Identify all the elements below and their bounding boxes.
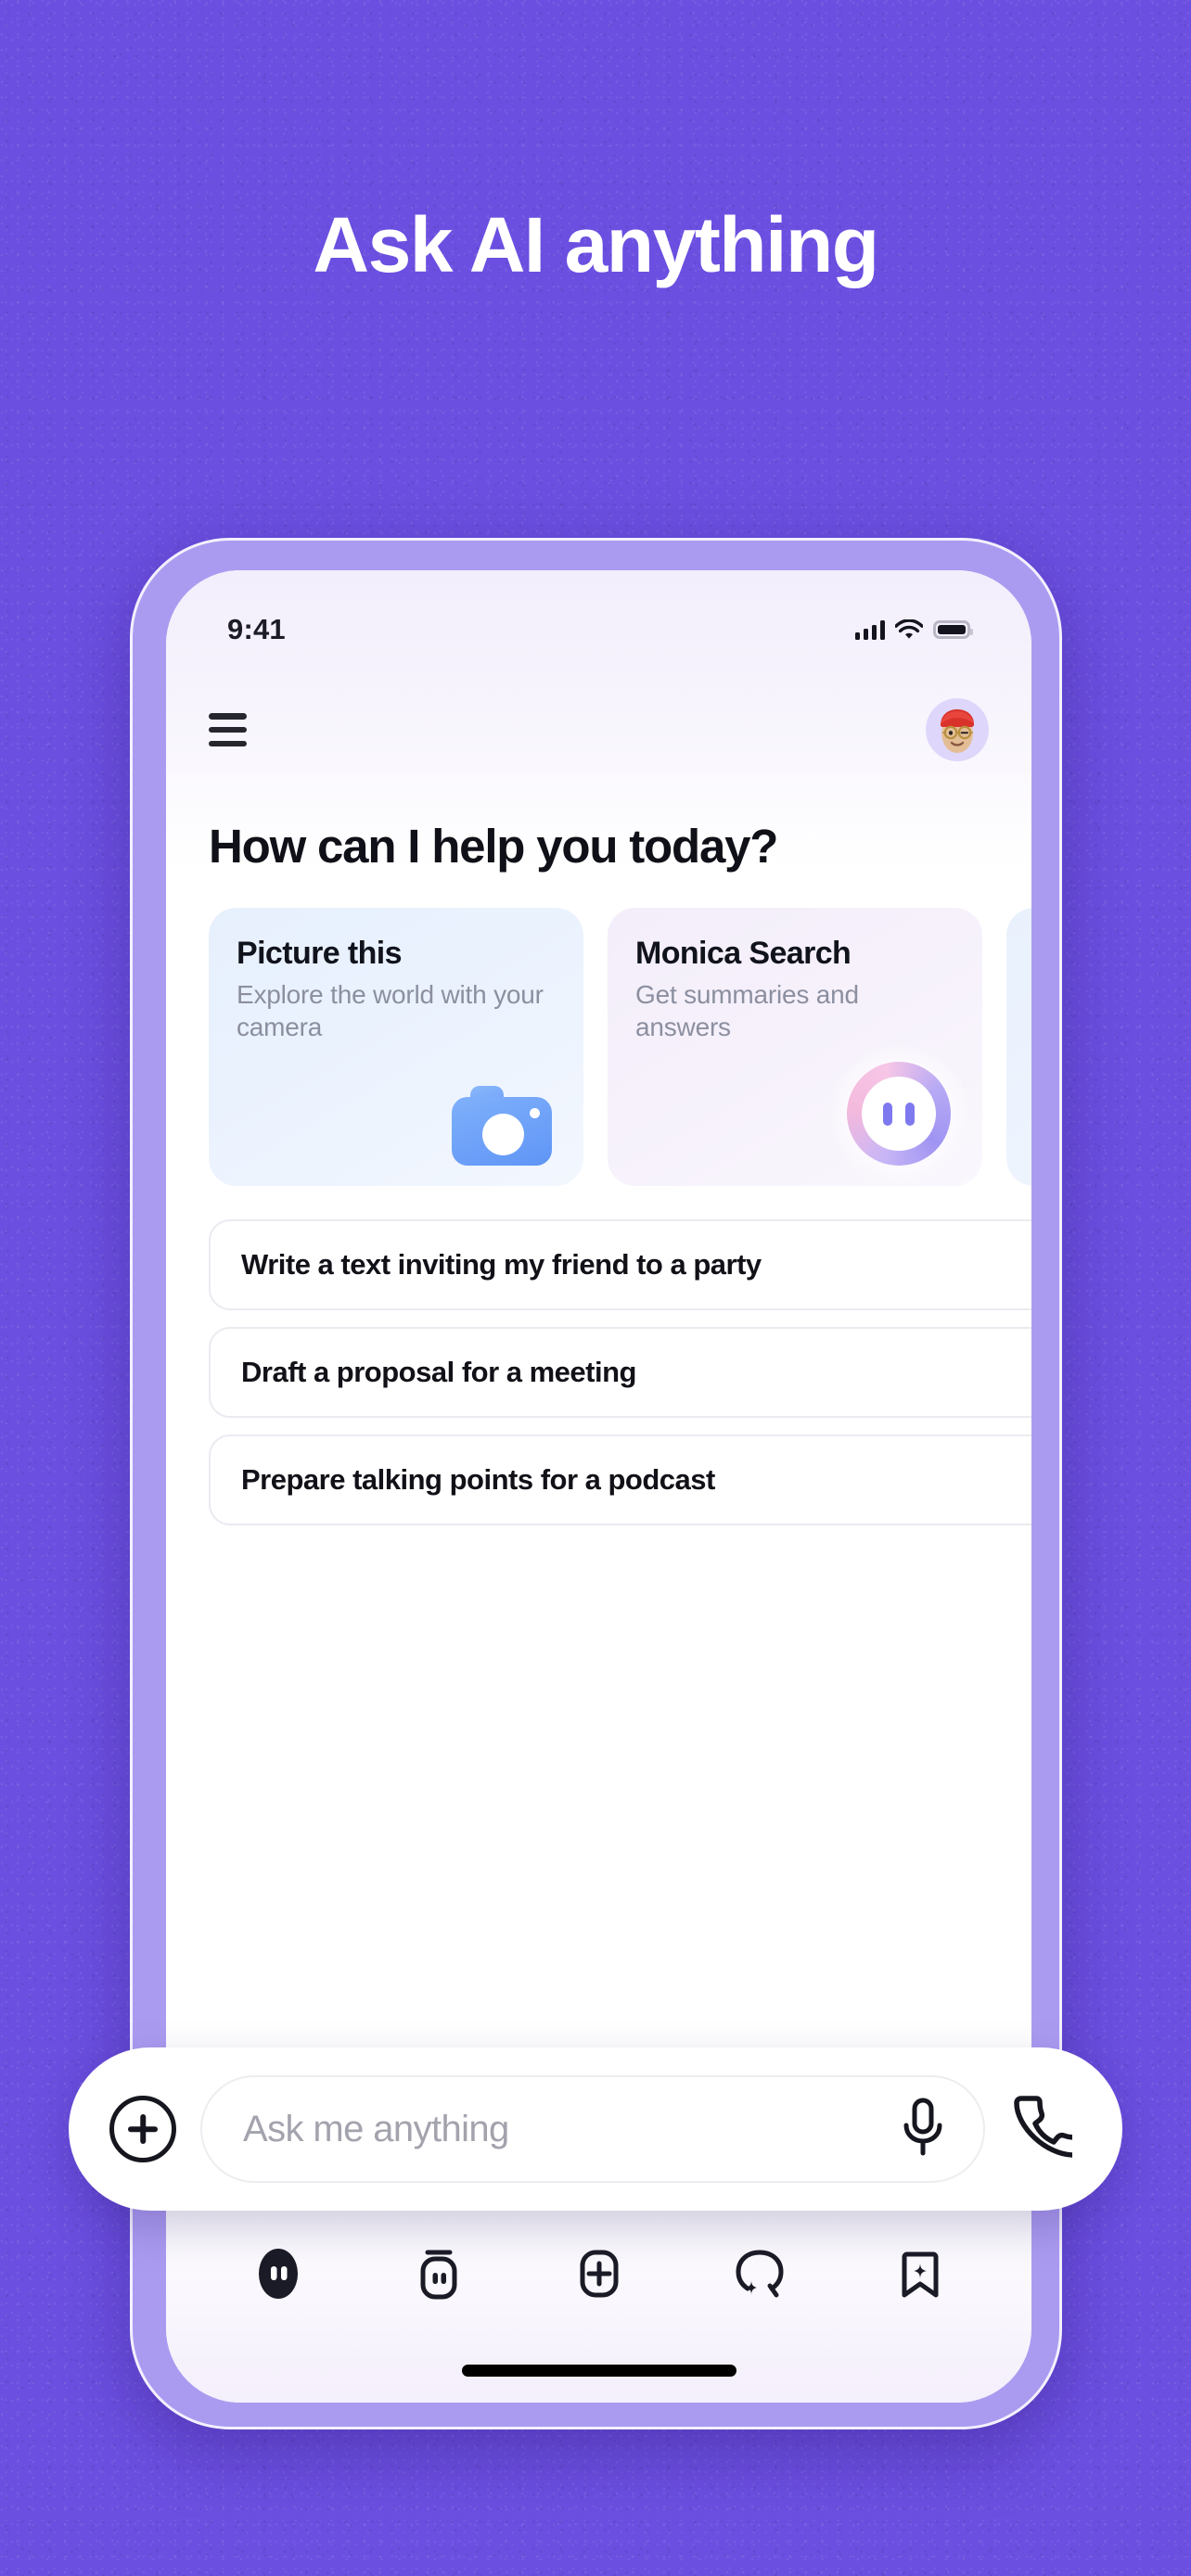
- suggestion-label: Prepare talking points for a podcast: [241, 1463, 715, 1496]
- tab-saved[interactable]: [886, 2239, 954, 2308]
- suggestion-label: Write a text inviting my friend to a par…: [241, 1248, 762, 1281]
- page-title: How can I help you today?: [209, 820, 778, 873]
- monica-face-filled-icon: [258, 2249, 298, 2299]
- feature-card-title: Picture this: [237, 936, 403, 971]
- suggestion-label: Draft a proposal for a meeting: [241, 1356, 636, 1388]
- plus-square-icon: [580, 2250, 618, 2298]
- feature-card-picture-this[interactable]: Picture this Explore the world with your…: [209, 908, 583, 1186]
- user-avatar-memoji[interactable]: [926, 698, 989, 761]
- chat-input-pill[interactable]: [200, 2075, 985, 2183]
- chevron-right-icon: [1029, 1253, 1031, 1277]
- search-input[interactable]: [243, 2108, 898, 2150]
- hamburger-menu-icon[interactable]: [209, 713, 251, 746]
- tab-ai-chat[interactable]: [725, 2239, 794, 2308]
- feature-card-title: Monica Search: [635, 936, 852, 971]
- bot-outline-icon: [420, 2250, 456, 2300]
- list-item[interactable]: Draft a proposal for a meeting: [209, 1327, 1031, 1418]
- poster-canvas: Ask AI anything 9:41 How can I help you …: [0, 0, 1191, 2576]
- bookmark-sparkle-icon: [902, 2251, 938, 2298]
- app-header: [166, 685, 1031, 774]
- status-bar-icons: [854, 619, 973, 640]
- poster-headline: Ask AI anything: [313, 201, 879, 288]
- tab-new-chat[interactable]: [565, 2239, 634, 2308]
- status-bar-clock: 9:41: [227, 613, 286, 645]
- status-bar: 9:41: [166, 604, 1031, 656]
- chat-composer-bar: [69, 2047, 1122, 2211]
- feature-card-monica-search[interactable]: Monica Search Get summaries and answers: [608, 908, 982, 1186]
- cellular-signal-icon: [854, 619, 885, 640]
- feature-card-subtitle: Get summaries and answers: [635, 980, 859, 1041]
- bottom-tab-bar: [166, 2223, 1031, 2325]
- microphone-icon[interactable]: [898, 2095, 948, 2163]
- list-item[interactable]: Prepare talking points for a podcast: [209, 1435, 1031, 1525]
- suggestion-list: Write a text inviting my friend to a par…: [209, 1219, 1031, 1525]
- home-indicator-bar: [461, 2365, 736, 2377]
- wifi-icon: [895, 619, 923, 639]
- tab-bots[interactable]: [404, 2239, 473, 2308]
- camera-icon: [452, 1086, 552, 1166]
- chevron-right-icon: [1029, 1360, 1031, 1384]
- plus-circle-icon[interactable]: [109, 2096, 176, 2162]
- battery-full-icon: [933, 620, 973, 639]
- feature-card-next-peek[interactable]: [1006, 908, 1031, 1186]
- phone-call-icon[interactable]: [1009, 2093, 1082, 2166]
- chevron-right-icon: [1029, 1468, 1031, 1492]
- list-item[interactable]: Write a text inviting my friend to a par…: [209, 1219, 1031, 1310]
- tab-home[interactable]: [244, 2239, 313, 2308]
- feature-card-subtitle: Explore the world with your camera: [237, 980, 544, 1041]
- feature-card-carousel[interactable]: Picture this Explore the world with your…: [209, 908, 1031, 1186]
- sparkle-chat-icon: [735, 2250, 784, 2298]
- monica-face-icon: [828, 1043, 969, 1184]
